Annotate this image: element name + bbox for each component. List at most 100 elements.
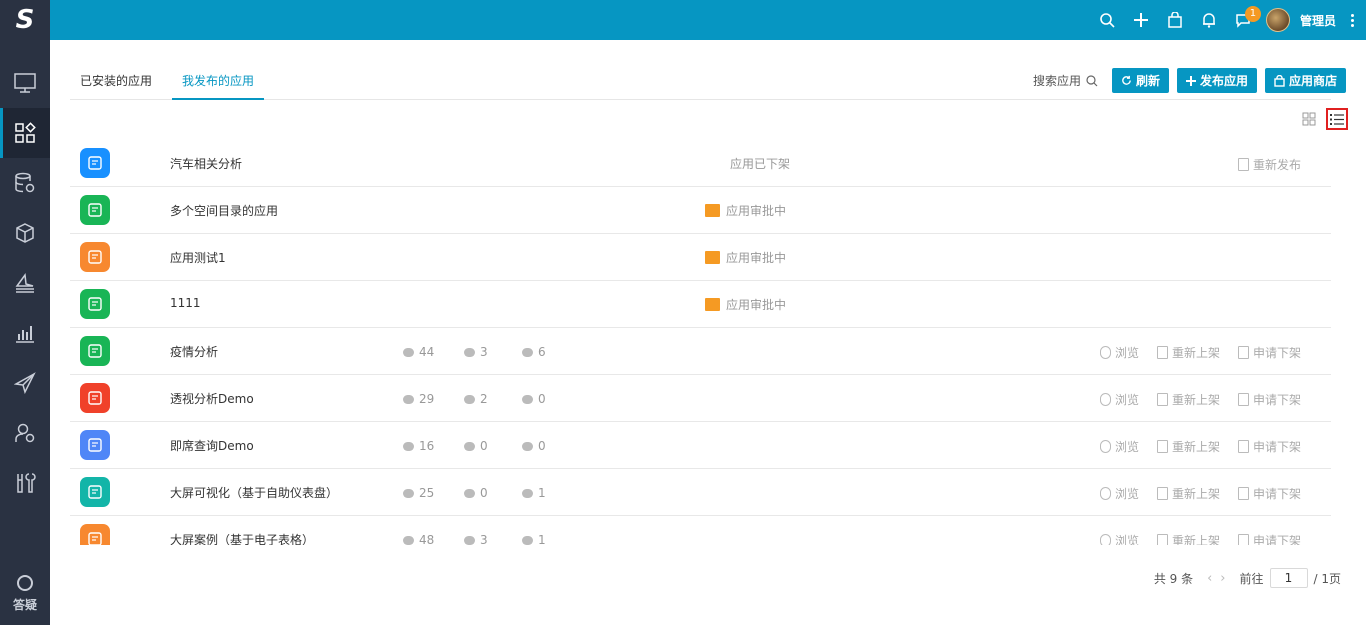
pagination: 共 9 条 ‹ › 前往 / 1页: [1154, 568, 1341, 588]
action-2-button[interactable]: 申请下架: [1237, 438, 1301, 455]
database-settings-icon: [15, 172, 35, 193]
action-label: 重新上架: [1171, 487, 1220, 501]
action-label: 重新上架: [1171, 346, 1220, 360]
app-name[interactable]: 大屏可视化（基于自助仪表盘）: [170, 484, 338, 501]
action-0-button[interactable]: 浏览: [1099, 532, 1139, 545]
action-1-button[interactable]: 重新上架: [1156, 532, 1220, 545]
publish-label: 发布应用: [1199, 74, 1248, 88]
prev-page-icon[interactable]: ‹: [1207, 571, 1212, 586]
table-row[interactable]: 多个空间目录的应用 应用审批中: [70, 187, 1331, 234]
plus-icon: [1185, 75, 1196, 86]
tab-installed-apps[interactable]: 已安装的应用: [80, 72, 152, 100]
sidebar-item-layers[interactable]: [0, 258, 50, 308]
app-name[interactable]: 多个空间目录的应用: [170, 202, 278, 219]
top-actions: 1 管理员: [1090, 0, 1366, 40]
app-name[interactable]: 疫情分析: [170, 343, 218, 360]
eye-icon: [403, 347, 414, 357]
document-icon: [1156, 440, 1168, 453]
view-toggle: [1298, 108, 1348, 130]
sidebar-item-apps[interactable]: [0, 108, 50, 158]
action-2-button[interactable]: 申请下架: [1237, 485, 1301, 502]
next-page-icon[interactable]: ›: [1220, 571, 1225, 586]
comment-icon: [522, 441, 533, 451]
app-name[interactable]: 透视分析Demo: [170, 390, 254, 407]
document-icon: [1156, 534, 1168, 545]
app-name[interactable]: 应用测试1: [170, 249, 226, 266]
app-icon: [80, 383, 110, 413]
table-row[interactable]: 大屏可视化（基于自助仪表盘） 25 0 1 浏览 重新上架 申请下架: [70, 469, 1331, 516]
avatar[interactable]: [1265, 8, 1290, 32]
refresh-button[interactable]: 刷新: [1111, 68, 1169, 93]
app-store-button[interactable]: 应用商店: [1264, 68, 1346, 93]
sidebar-item-send[interactable]: [0, 358, 50, 408]
table-row[interactable]: 即席查询Demo 16 0 0 浏览 重新上架 申请下架: [70, 422, 1331, 469]
action-0-button[interactable]: 浏览: [1099, 485, 1139, 502]
tab-my-published-apps[interactable]: 我发布的应用: [172, 72, 265, 100]
logo[interactable]: S: [0, 0, 50, 40]
action-2-button[interactable]: 申请下架: [1237, 344, 1301, 361]
downloads-count: 0: [464, 439, 488, 453]
action-1-button[interactable]: 重新上架: [1156, 391, 1220, 408]
publish-app-button[interactable]: 发布应用: [1176, 68, 1257, 93]
views-count: 44: [403, 345, 434, 359]
action-1-button[interactable]: 重新上架: [1156, 438, 1220, 455]
comments-value: 0: [538, 439, 546, 453]
user-name[interactable]: 管理员: [1300, 12, 1336, 29]
grid-view-icon[interactable]: [1298, 108, 1320, 130]
table-row[interactable]: 疫情分析 44 3 6 浏览 重新上架 申请下架: [70, 328, 1331, 375]
action-label: 重新上架: [1171, 393, 1220, 407]
plus-icon[interactable]: [1124, 0, 1158, 40]
approval-icon: [705, 204, 720, 217]
sidebar-item-chart[interactable]: [0, 308, 50, 358]
app-name[interactable]: 1111: [170, 296, 201, 310]
chart-icon: [16, 326, 34, 343]
views-value: 29: [419, 392, 435, 406]
help-button[interactable]: 答疑: [0, 575, 50, 613]
table-row[interactable]: 1111 应用审批中: [70, 281, 1331, 328]
comment-icon: [522, 535, 533, 545]
sidebar-item-users[interactable]: [0, 408, 50, 458]
status-label: 应用审批中: [705, 296, 786, 313]
chat-icon[interactable]: 1: [1226, 0, 1261, 40]
cube-icon: [16, 223, 34, 243]
action-0-button[interactable]: 浏览: [1099, 344, 1139, 361]
action-0-button[interactable]: 重新发布: [1237, 156, 1301, 173]
action-2-button[interactable]: 申请下架: [1237, 532, 1301, 545]
list-view-icon[interactable]: [1326, 108, 1348, 130]
store-label: 应用商店: [1288, 74, 1337, 88]
action-label: 浏览: [1114, 534, 1139, 545]
more-icon[interactable]: [1342, 0, 1362, 40]
action-label: 浏览: [1114, 393, 1139, 407]
app-name[interactable]: 汽车相关分析: [170, 155, 242, 172]
sidebar-item-cube[interactable]: [0, 208, 50, 258]
search-icon[interactable]: [1090, 0, 1124, 40]
downloads-value: 0: [480, 486, 488, 500]
search-apps[interactable]: 搜索应用: [1033, 72, 1098, 89]
app-name[interactable]: 大屏案例（基于电子表格）: [170, 531, 314, 545]
sidebar-item-tools[interactable]: [0, 458, 50, 508]
action-0-button[interactable]: 浏览: [1099, 438, 1139, 455]
total-pages: / 1页: [1313, 571, 1342, 586]
table-row[interactable]: 应用测试1 应用审批中: [70, 234, 1331, 281]
table-row[interactable]: 大屏案例（基于电子表格） 48 3 1 浏览 重新上架 申请下架: [70, 516, 1331, 545]
row-actions: 浏览 重新上架 申请下架: [1099, 532, 1301, 545]
refresh-label: 刷新: [1135, 74, 1160, 88]
search-icon: [1099, 393, 1111, 406]
action-1-button[interactable]: 重新上架: [1156, 344, 1220, 361]
action-label: 申请下架: [1252, 346, 1301, 360]
action-2-button[interactable]: 申请下架: [1237, 391, 1301, 408]
action-0-button[interactable]: 浏览: [1099, 391, 1139, 408]
sidebar-item-database[interactable]: [0, 158, 50, 208]
action-1-button[interactable]: 重新上架: [1156, 485, 1220, 502]
document-icon: [1156, 346, 1168, 359]
sidebar-item-monitor[interactable]: [0, 58, 50, 108]
bell-icon[interactable]: [1192, 0, 1226, 40]
shopping-bag-icon[interactable]: [1158, 0, 1192, 40]
app-name[interactable]: 即席查询Demo: [170, 437, 254, 454]
page-input[interactable]: [1269, 568, 1308, 588]
table-row[interactable]: 汽车相关分析 应用已下架 重新发布: [70, 140, 1331, 187]
table-row[interactable]: 透视分析Demo 29 2 0 浏览 重新上架 申请下架: [70, 375, 1331, 422]
comments-count: 1: [522, 486, 546, 500]
action-label: 浏览: [1114, 346, 1139, 360]
download-icon: [464, 535, 475, 545]
